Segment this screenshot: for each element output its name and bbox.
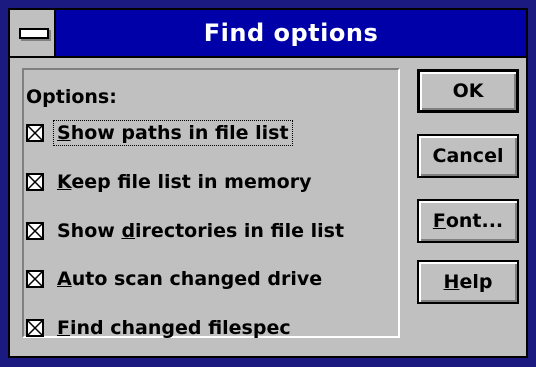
option-show-paths[interactable]: Show paths in file list	[26, 118, 293, 148]
system-menu-button[interactable]	[10, 10, 56, 56]
option-find-changed-filespec-label: Find changed filespec	[57, 317, 291, 339]
x-mark-icon	[28, 224, 42, 238]
option-keep-file-list[interactable]: Keep file list in memory	[26, 167, 314, 197]
checkbox-keep-file-list[interactable]	[26, 173, 44, 191]
option-auto-scan-label: Auto scan changed drive	[57, 268, 323, 290]
x-mark-icon	[28, 272, 42, 286]
system-menu-icon	[19, 28, 49, 39]
dialog-frame: Find options Options: Show paths in file…	[8, 8, 528, 358]
checkbox-show-directories[interactable]	[26, 222, 44, 240]
option-show-directories-label: Show directories in file list	[57, 220, 345, 242]
window-title: Find options	[203, 19, 379, 47]
cancel-button[interactable]: Cancel	[417, 134, 519, 178]
ok-button[interactable]: OK	[417, 69, 519, 113]
checkbox-find-changed-filespec[interactable]	[26, 319, 44, 337]
option-keep-file-list-label: Keep file list in memory	[57, 171, 312, 193]
x-mark-icon	[28, 175, 42, 189]
checkbox-show-paths[interactable]	[26, 124, 44, 142]
x-mark-icon	[28, 321, 42, 335]
checkbox-auto-scan[interactable]	[26, 270, 44, 288]
option-auto-scan[interactable]: Auto scan changed drive	[26, 264, 325, 294]
dialog-window: Find options Options: Show paths in file…	[0, 0, 536, 367]
option-find-changed-filespec[interactable]: Find changed filespec	[26, 313, 294, 343]
title-bar[interactable]: Find options	[10, 10, 526, 58]
option-show-directories[interactable]: Show directories in file list	[26, 216, 347, 246]
font-button[interactable]: Font...	[417, 199, 519, 243]
help-button[interactable]: Help	[417, 260, 519, 304]
x-mark-icon	[28, 126, 42, 140]
options-group-label: Options:	[26, 86, 117, 108]
options-group	[22, 68, 400, 338]
option-show-paths-label: Show paths in file list	[53, 120, 293, 146]
